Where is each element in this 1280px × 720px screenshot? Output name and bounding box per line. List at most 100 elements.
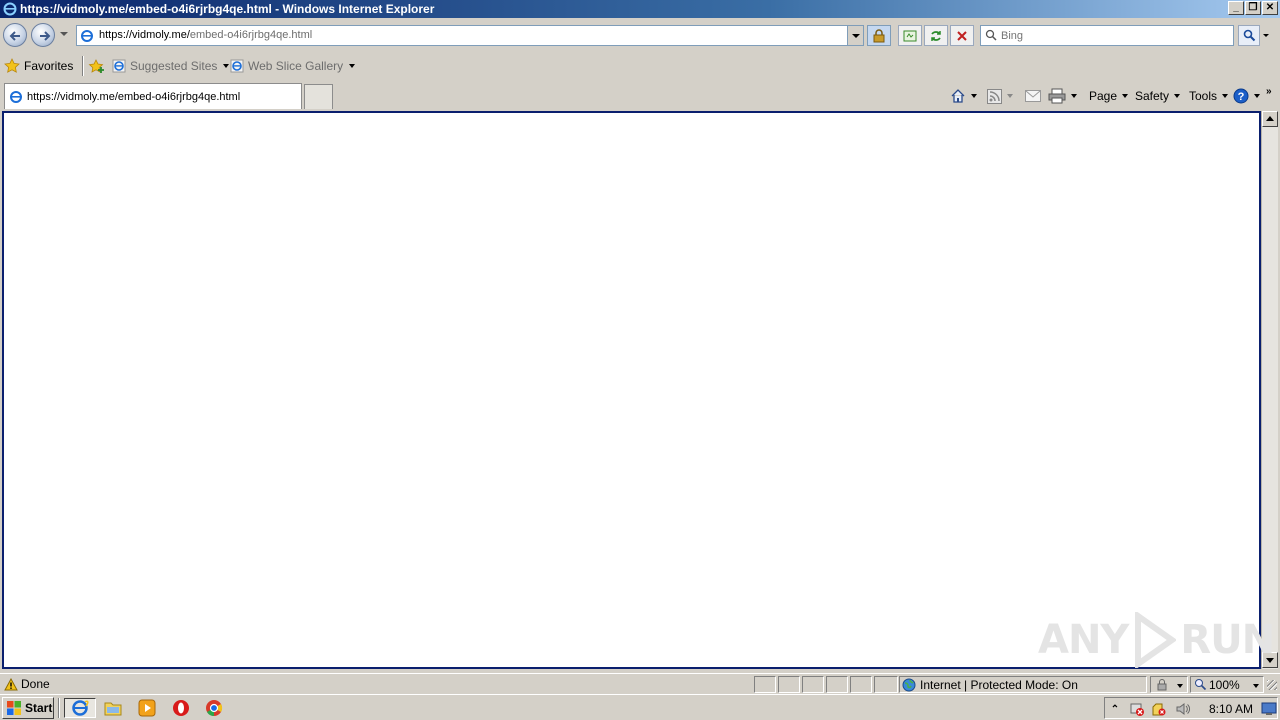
status-panel — [874, 676, 898, 693]
resize-grip[interactable] — [1267, 680, 1277, 690]
minimize-button[interactable]: _ — [1228, 1, 1244, 15]
stop-button[interactable] — [950, 25, 974, 46]
help-icon: ? — [1233, 88, 1249, 104]
search-options-dropdown[interactable] — [1263, 34, 1269, 37]
restore-button[interactable]: ❐ — [1245, 1, 1261, 15]
start-button[interactable]: Start — [2, 697, 54, 719]
status-panel — [754, 676, 776, 693]
tab-row: https://vidmoly.me/embed-o4i6rjrbg4qe.ht… — [0, 80, 1280, 110]
system-tray: ⌃ 8:10 AM — [1104, 697, 1278, 719]
refresh-icon — [931, 31, 941, 41]
zoom-level-button[interactable]: 100% — [1190, 676, 1264, 693]
page-menu[interactable]: Page — [1089, 87, 1129, 105]
feeds-button[interactable] — [987, 87, 1013, 105]
status-panel — [826, 676, 848, 693]
web-slice-gallery-link[interactable]: Web Slice Gallery — [230, 57, 356, 75]
printer-icon — [1048, 88, 1066, 104]
favorites-star-icon — [4, 58, 20, 73]
print-button[interactable] — [1048, 87, 1077, 105]
tray-network-error-icon[interactable] — [1129, 701, 1145, 717]
home-button[interactable] — [950, 87, 977, 105]
clock-time[interactable]: 8:10 AM — [1209, 702, 1253, 716]
security-lock-button[interactable] — [867, 25, 891, 46]
add-to-favorites-bar-button[interactable] — [88, 57, 105, 75]
ie-page-icon — [230, 59, 244, 73]
show-hidden-icons-chevron-icon[interactable]: ⌃ — [1107, 701, 1123, 717]
read-mail-button[interactable] — [1025, 87, 1041, 105]
toolbar-overflow-chevron-icon[interactable]: » — [1266, 82, 1272, 100]
ie-logo-icon — [72, 700, 89, 716]
tab-ie-icon — [10, 91, 22, 103]
taskbar-file-explorer[interactable] — [102, 698, 124, 718]
tools-menu-label: Tools — [1189, 89, 1218, 103]
close-button[interactable]: ✕ — [1262, 1, 1278, 15]
forward-button[interactable] — [31, 23, 55, 47]
suggested-sites-link[interactable]: Suggested Sites — [112, 57, 230, 75]
status-bar: Done Internet | Protected Mode: On 100% — [0, 673, 1280, 693]
chrome-icon — [206, 700, 223, 717]
recent-pages-dropdown[interactable] — [60, 32, 68, 36]
favorites-button[interactable]: Favorites — [4, 57, 73, 75]
tab-label: https://vidmoly.me/embed-o4i6rjrbg4qe.ht… — [27, 91, 241, 103]
zoom-level-text: 100% — [1209, 678, 1240, 692]
forward-arrow-icon — [40, 31, 51, 41]
tray-action-center-icon[interactable] — [1151, 701, 1167, 717]
new-tab-button[interactable] — [304, 84, 333, 109]
search-box[interactable] — [980, 25, 1234, 46]
zoom-dropdown-icon — [1253, 684, 1259, 688]
refresh-button[interactable] — [924, 25, 948, 46]
taskbar-opera[interactable] — [170, 698, 192, 718]
start-label: Start — [25, 701, 53, 715]
back-button[interactable] — [3, 23, 27, 47]
suggested-sites-label: Suggested Sites — [130, 59, 218, 73]
compatibility-view-button[interactable] — [898, 25, 922, 46]
suggested-sites-dropdown-icon — [223, 64, 230, 68]
compatibility-icon — [903, 30, 917, 42]
help-button[interactable]: ? — [1233, 87, 1260, 105]
scroll-up-button[interactable] — [1262, 111, 1278, 127]
status-panel — [802, 676, 824, 693]
safety-menu-label: Safety — [1135, 89, 1170, 103]
status-text-cell: Done — [2, 676, 752, 693]
taskbar-internet-explorer[interactable] — [64, 698, 96, 718]
tray-volume-icon[interactable] — [1175, 701, 1191, 717]
opera-icon — [173, 700, 189, 716]
tab-active[interactable]: https://vidmoly.me/embed-o4i6rjrbg4qe.ht… — [4, 83, 302, 109]
ie-page-icon — [112, 59, 126, 73]
tools-menu[interactable]: Tools — [1189, 87, 1229, 105]
favorites-label: Favorites — [24, 59, 74, 73]
print-dropdown-icon — [1071, 94, 1077, 98]
show-desktop-icon[interactable] — [1261, 701, 1277, 717]
favorites-separator — [82, 56, 84, 76]
address-dropdown[interactable] — [847, 26, 863, 45]
stop-x-icon — [957, 31, 967, 41]
tools-dropdown-icon — [1222, 94, 1229, 98]
address-url[interactable]: https://vidmoly.me/embed-o4i6rjrbg4qe.ht… — [99, 29, 312, 41]
address-bar[interactable]: https://vidmoly.me/embed-o4i6rjrbg4qe.ht… — [76, 25, 864, 46]
status-panel — [850, 676, 872, 693]
search-provider-icon — [985, 29, 997, 41]
folder-icon — [104, 702, 122, 716]
vertical-scrollbar[interactable] — [1261, 111, 1278, 669]
search-input[interactable] — [1001, 28, 1229, 44]
taskbar-separator — [58, 698, 60, 718]
url-path: embed-o4i6rjrbg4qe.html — [189, 29, 313, 41]
protected-mode-button[interactable] — [1150, 676, 1188, 693]
window-title: https://vidmoly.me/embed-o4i6rjrbg4qe.ht… — [20, 2, 435, 16]
search-button[interactable] — [1238, 25, 1260, 46]
security-zone-cell[interactable]: Internet | Protected Mode: On — [899, 676, 1147, 693]
search-icon — [1243, 29, 1256, 42]
address-toolbar: https://vidmoly.me/embed-o4i6rjrbg4qe.ht… — [0, 18, 1280, 52]
taskbar-chrome[interactable] — [203, 698, 225, 718]
scroll-down-button[interactable] — [1262, 652, 1278, 668]
protected-mode-dropdown-icon — [1177, 684, 1183, 688]
zoom-magnifier-icon — [1195, 679, 1207, 691]
web-slice-gallery-label: Web Slice Gallery — [248, 59, 344, 73]
page-menu-label: Page — [1089, 89, 1118, 103]
safety-menu[interactable]: Safety — [1135, 87, 1181, 105]
web-page-content[interactable] — [2, 111, 1261, 669]
mail-icon — [1025, 90, 1041, 102]
taskbar-media-player[interactable] — [136, 698, 158, 718]
status-text: Done — [21, 677, 50, 691]
safety-dropdown-icon — [1174, 94, 1181, 98]
